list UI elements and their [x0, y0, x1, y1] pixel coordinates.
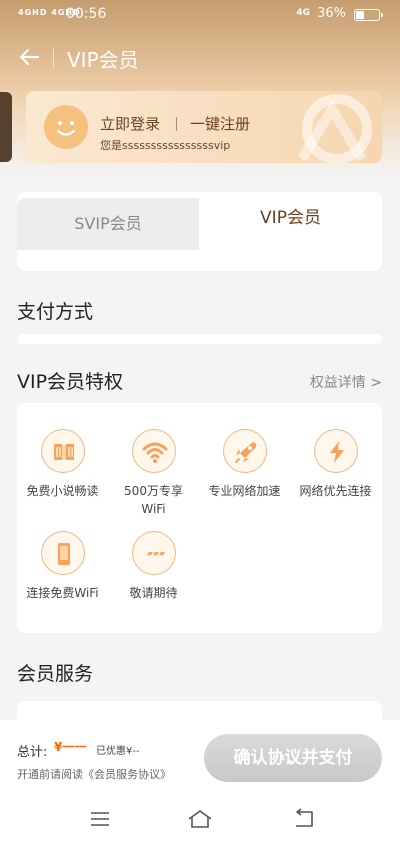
perk-icon-circle	[40, 429, 85, 473]
perk-free-novels[interactable]: 免费小说畅读	[17, 429, 108, 500]
perk-icon-circle	[40, 531, 85, 575]
back-button[interactable]	[14, 42, 44, 72]
home-icon	[188, 810, 212, 828]
title-bar: VIP会员	[0, 38, 400, 78]
avatar[interactable]	[44, 105, 88, 149]
perk-network-acceleration[interactable]: 专业网络加速	[199, 429, 290, 500]
tab-svip[interactable]: SVIP会员	[17, 198, 199, 250]
login-link[interactable]: 立即登录	[100, 113, 160, 134]
login-banner: 立即登录 一键注册 您是ssssssssssssssssvip	[26, 91, 382, 163]
system-nav-bar	[0, 796, 400, 842]
side-drawer-handle[interactable]	[0, 92, 12, 162]
perk-label: 免费小说畅读	[26, 484, 99, 498]
rocket-icon	[234, 442, 256, 463]
arrow-left-icon	[19, 48, 40, 66]
tab-vip[interactable]: VIP会员	[199, 192, 382, 250]
perks-detail-link[interactable]: 权益详情 >	[310, 372, 382, 392]
page-title: VIP会员	[67, 48, 139, 72]
payment-methods-card	[17, 334, 382, 344]
perk-label: 连接免费WiFi	[26, 586, 99, 600]
confirm-pay-button[interactable]: 确认协议并支付	[204, 734, 382, 782]
services-section-title: 会员服务	[17, 663, 94, 685]
perk-icon-circle	[131, 429, 176, 473]
perk-icon-circle	[222, 429, 267, 473]
watermark-graphic	[282, 91, 382, 163]
phone-icon	[57, 543, 70, 565]
perk-label: 网络优先连接	[299, 484, 372, 498]
clock: 00:56	[66, 6, 107, 22]
login-divider	[176, 117, 177, 131]
perks-section-title: VIP会员特权	[17, 371, 124, 393]
more-icon	[146, 552, 165, 555]
status-bar: 4GHD 4GHD 00:56 4G 36%	[0, 0, 400, 30]
wifi-icon	[142, 442, 167, 463]
network-type: 4G	[296, 8, 310, 18]
perk-label: 敬请期待	[129, 586, 178, 600]
home-button[interactable]	[187, 806, 213, 832]
perk-coming-soon[interactable]: 敬请期待	[108, 531, 199, 602]
menu-icon	[91, 812, 109, 826]
agreement-link[interactable]: 开通前请阅读《会员服务协议》	[17, 766, 171, 782]
battery-fill	[356, 11, 364, 19]
discount-text: 已优惠¥--	[96, 746, 140, 757]
perk-icon-circle	[131, 531, 176, 575]
perk-priority-connection[interactable]: 网络优先连接	[290, 429, 381, 500]
payment-section-title: 支付方式	[17, 301, 94, 323]
menu-button[interactable]	[87, 806, 113, 832]
book-icon	[53, 444, 74, 460]
perk-label: 500万专享 WiFi	[124, 484, 183, 516]
total-label: 总计:	[17, 745, 48, 760]
smiley-icon	[56, 121, 76, 136]
back-nav-button[interactable]	[290, 806, 316, 832]
battery-icon	[354, 9, 383, 21]
checkout-bar: 总计: ¥一一 已优惠¥-- 开通前请阅读《会员服务协议》 确认协议并支付	[0, 720, 400, 796]
login-subtitle: 您是ssssssssssssssssvip	[100, 139, 231, 152]
perk-icon-circle	[313, 429, 358, 473]
battery-percent: 36%	[317, 6, 346, 21]
return-icon	[296, 808, 313, 827]
title-divider	[53, 48, 54, 68]
lightning-icon	[329, 441, 344, 463]
perk-wifi[interactable]: 500万专享 WiFi	[108, 429, 199, 518]
membership-tabs: SVIP会员 VIP会员	[17, 192, 382, 271]
perk-free-wifi[interactable]: 连接免费WiFi	[17, 531, 108, 602]
total-price: ¥一一	[54, 740, 87, 754]
perks-grid: 免费小说畅读 500万专享 WiFi 专业网络加速 网络优先连接 连接免费WiF…	[17, 403, 382, 633]
register-link[interactable]: 一键注册	[190, 113, 250, 134]
perk-label: 专业网络加速	[208, 484, 281, 498]
